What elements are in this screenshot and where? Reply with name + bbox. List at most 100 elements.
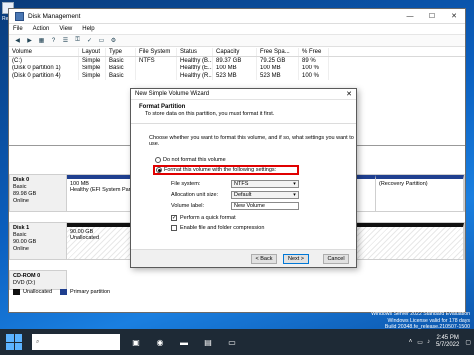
cdrom-0-media [67, 270, 465, 290]
format-volume-label: Format this volume with the following se… [164, 167, 277, 173]
volume-label-input[interactable]: New Volume [231, 202, 299, 210]
radio-button[interactable] [155, 157, 161, 163]
edge-browser-icon[interactable]: ◉ [152, 334, 168, 350]
cell-volume: (Disk 0 partition 1) [9, 64, 79, 72]
col-file-system[interactable]: File System [136, 48, 177, 56]
menu-file[interactable]: File [13, 26, 23, 32]
system-tray: ˄ ▭ ♪ 2:45 PM 5/7/2022 ▢ [409, 335, 474, 349]
close-button[interactable]: ✕ [443, 9, 465, 24]
file-system-value: NTFS [234, 181, 249, 187]
partition-status: (Recovery Partition) [379, 181, 428, 187]
menu-view[interactable]: View [59, 26, 72, 32]
disk-management-app-icon [15, 11, 24, 21]
clock[interactable]: 2:45 PM 5/7/2022 [436, 335, 459, 349]
list-view-icon[interactable]: ☰ [61, 36, 70, 45]
cell-capacity: 89.37 GB [213, 57, 257, 65]
cell-volume: (C:) [9, 57, 79, 65]
disk-icon[interactable]: ▭ [97, 36, 106, 45]
disk-type: Basic [13, 184, 27, 190]
disk-type: DVD (D:) [13, 280, 36, 286]
cancel-button[interactable]: Cancel [323, 254, 349, 264]
cell-free-space: 79.25 GB [257, 57, 299, 65]
checkbox-checked[interactable]: ✓ [171, 215, 177, 221]
cell-file-system [136, 64, 177, 72]
properties-icon[interactable]: ▦ [37, 36, 46, 45]
recovery-partition[interactable]: (Recovery Partition) [376, 175, 464, 211]
disk-management-taskbar-icon[interactable]: ▭ [224, 334, 240, 350]
allocation-unit-select[interactable]: Default ▾ [231, 191, 299, 199]
disk-state: Online [13, 198, 29, 204]
wizard-title-bar[interactable]: New Simple Volume Wizard ✕ [131, 89, 356, 100]
menu-bar: File Action View Help [9, 24, 465, 35]
minimize-button[interactable]: — [399, 9, 421, 24]
wizard-body: Choose whether you want to format this v… [131, 125, 356, 251]
col-percent-free[interactable]: % Free [299, 48, 329, 56]
evaluation-watermark: Windows Server 2022 Standard Evaluation … [371, 311, 470, 331]
col-type[interactable]: Type [106, 48, 136, 56]
help-icon[interactable]: ? [49, 36, 58, 45]
server-manager-icon[interactable]: ▤ [200, 334, 216, 350]
wizard-subheading: To store data on this partition, you mus… [145, 111, 275, 117]
next-button[interactable]: Next > [283, 254, 309, 264]
partition-status: Healthy (EFI System Partitio [70, 187, 137, 193]
legend-unallocated: Unallocated [23, 289, 53, 295]
cell-status: Healthy (R... [177, 72, 213, 80]
cell-type: Basic [106, 64, 136, 72]
file-system-label: File system: [171, 181, 201, 187]
network-icon[interactable]: ▭ [417, 339, 423, 346]
chevron-up-icon[interactable]: ˄ [409, 339, 413, 345]
disk-name: Disk 0 [13, 177, 30, 183]
wizard-title: New Simple Volume Wizard [135, 91, 210, 97]
notifications-icon[interactable]: ▢ [465, 339, 471, 346]
task-view-icon[interactable]: ▣ [128, 334, 144, 350]
disk-size: 90.00 GB [13, 239, 37, 245]
col-capacity[interactable]: Capacity [213, 48, 257, 56]
cell-layout: Simple [79, 72, 106, 80]
col-layout[interactable]: Layout [79, 48, 106, 56]
menu-action[interactable]: Action [33, 26, 50, 32]
chevron-down-icon: ▾ [293, 192, 296, 198]
file-explorer-icon[interactable]: ▬ [176, 334, 192, 350]
cell-file-system [136, 72, 177, 80]
table-row[interactable]: (Disk 0 partition 4) Simple Basic Health… [9, 72, 465, 80]
volume-icon[interactable]: ♪ [427, 339, 430, 345]
back-arrow-icon[interactable]: ◀ [13, 36, 22, 45]
watermark-line: Windows Server 2022 Standard Evaluation [371, 311, 470, 317]
unallocated-swatch [13, 289, 20, 295]
check-icon[interactable]: ✓ [85, 36, 94, 45]
cell-file-system: NTFS [136, 57, 177, 65]
table-row[interactable]: (C:) Simple Basic NTFS Healthy (B... 89.… [9, 57, 465, 65]
maximize-button[interactable]: ☐ [421, 9, 443, 24]
cell-layout: Simple [79, 64, 106, 72]
wizard-close-icon[interactable]: ✕ [342, 90, 356, 98]
file-system-select[interactable]: NTFS ▾ [231, 180, 299, 188]
col-status[interactable]: Status [177, 48, 213, 56]
cell-capacity: 523 MB [213, 72, 257, 80]
col-free-space[interactable]: Free Spa... [257, 48, 299, 56]
forward-arrow-icon[interactable]: ▶ [25, 36, 34, 45]
format-volume-radio[interactable]: Format this volume with the following se… [156, 167, 276, 173]
cell-type: Basic [106, 72, 136, 80]
compression-checkbox[interactable]: Enable file and folder compression [171, 225, 264, 231]
taskbar-search-box[interactable]: ⌕ [32, 334, 120, 350]
disk-name: Disk 1 [13, 225, 30, 231]
search-icon: ⌕ [36, 338, 40, 345]
radio-button-selected[interactable] [156, 167, 162, 173]
settings-icon[interactable]: ⚙ [109, 36, 118, 45]
disk-0-label: Disk 0 Basic 89.98 GB Online [9, 174, 67, 212]
table-row[interactable]: (Disk 0 partition 1) Simple Basic Health… [9, 64, 465, 72]
cell-volume: (Disk 0 partition 4) [9, 72, 79, 80]
menu-help[interactable]: Help [82, 26, 94, 32]
checkbox-unchecked[interactable] [171, 225, 177, 231]
cell-free-space: 523 MB [257, 72, 299, 80]
title-bar[interactable]: Disk Management — ☐ ✕ [9, 9, 465, 24]
disk-type: Basic [13, 232, 27, 238]
quick-format-checkbox[interactable]: ✓ Perform a quick format [171, 215, 236, 221]
efi-partition[interactable]: 100 MB Healthy (EFI System Partitio [67, 175, 137, 211]
start-windows-icon[interactable] [6, 334, 22, 350]
key-icon[interactable]: ⚿ [73, 36, 82, 45]
do-not-format-radio[interactable]: Do not format this volume [155, 157, 226, 163]
back-button[interactable]: < Back [251, 254, 277, 264]
cell-percent-free: 89 % [299, 57, 329, 65]
col-volume[interactable]: Volume [9, 48, 79, 56]
